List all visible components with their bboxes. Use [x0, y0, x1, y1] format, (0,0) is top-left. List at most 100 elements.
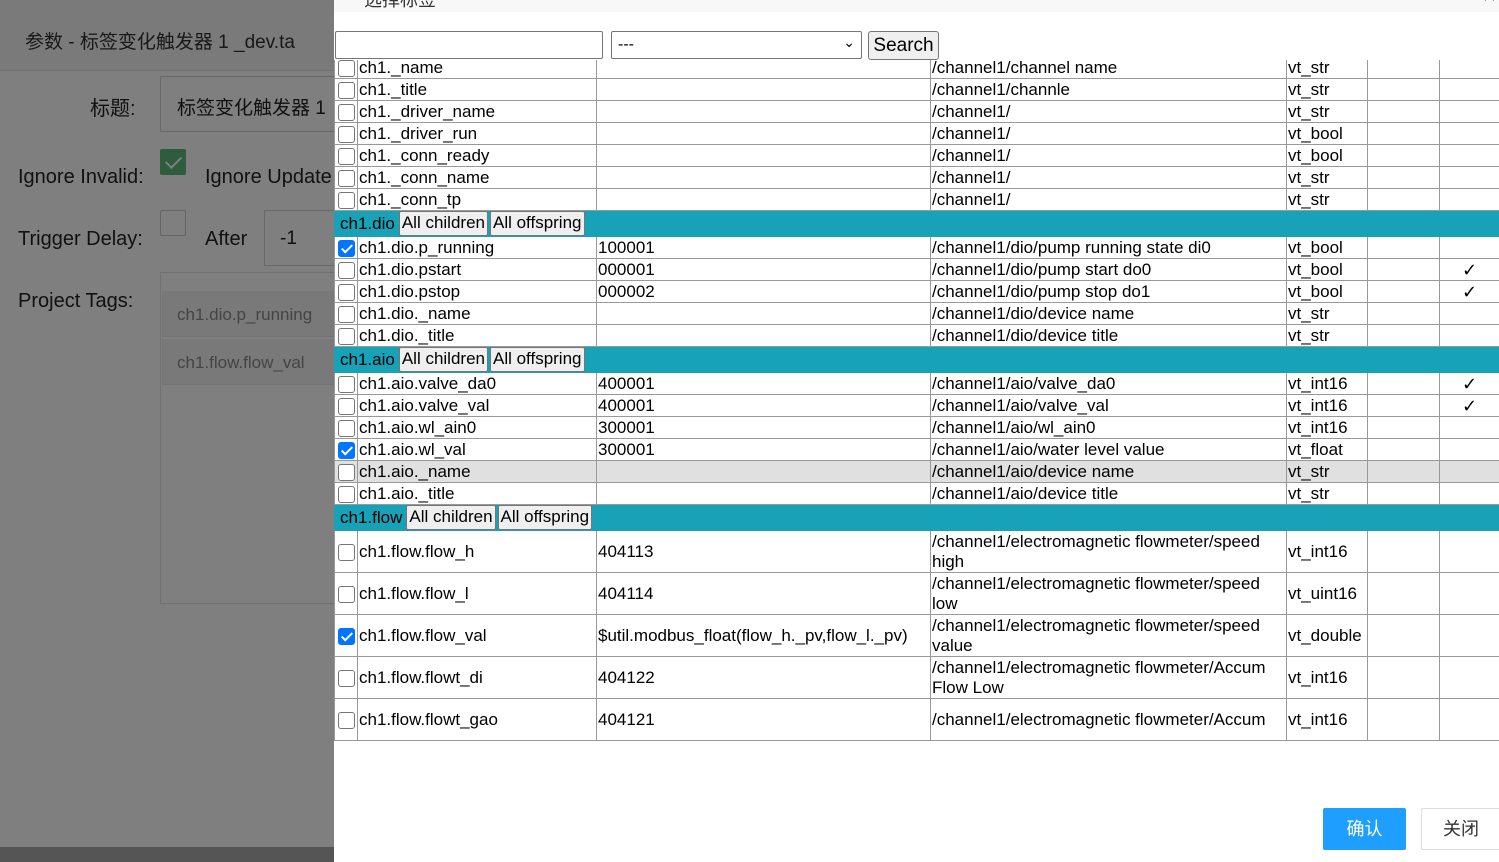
tag-checkbox[interactable]: [337, 585, 355, 603]
tag-checkbox[interactable]: [337, 81, 355, 99]
tag-address-cell: 404114: [596, 572, 931, 615]
tag-row[interactable]: ch1._name/channel1/channel name vt_str: [334, 60, 1499, 79]
tag-address-cell: [596, 302, 931, 325]
all-offspring-button[interactable]: All offspring: [489, 211, 585, 236]
tag-type-cell: vt_bool: [1286, 144, 1368, 167]
tag-row[interactable]: ch1._conn_name/channel1/vt_str: [334, 166, 1499, 189]
tag-name-cell: ch1._driver_name: [357, 100, 597, 123]
tag-row[interactable]: ch1.dio._name/channel1/dio/device name vt…: [334, 302, 1499, 325]
tag-row[interactable]: ch1.flow.flowt_gao 404121/channel1/electr…: [334, 698, 1499, 741]
tag-checkbox[interactable]: [337, 283, 355, 301]
tag-address-cell: [596, 324, 931, 347]
tag-checkbox[interactable]: [337, 441, 355, 459]
tag-writable-cell: [1439, 302, 1499, 325]
tag-extra-cell: [1367, 572, 1440, 615]
tag-checkbox[interactable]: [337, 147, 355, 165]
tag-checkbox[interactable]: [337, 627, 355, 645]
search-input[interactable]: [335, 31, 603, 59]
tag-extra-cell: [1367, 258, 1440, 281]
tags-table-body: ch1._name/channel1/channel name vt_str ch1…: [334, 60, 1499, 741]
tag-writable-cell: [1439, 614, 1499, 657]
tag-writable-cell: [1439, 416, 1499, 439]
modal-header: 选择标签 ✕: [334, 0, 1499, 12]
tag-checkbox[interactable]: [337, 327, 355, 345]
tag-name-cell: ch1.aio._title: [357, 482, 597, 505]
tag-checkbox[interactable]: [337, 103, 355, 121]
checkbox-cell: [334, 258, 358, 281]
tag-address-cell: 400001: [596, 372, 931, 395]
tag-checkbox[interactable]: [337, 60, 355, 77]
tag-address-cell: [596, 122, 931, 145]
tag-row[interactable]: ch1._driver_name/channel1/vt_str: [334, 100, 1499, 123]
tag-name-cell: ch1._driver_run: [357, 122, 597, 145]
tag-name-cell: ch1._conn_ready: [357, 144, 597, 167]
tag-checkbox[interactable]: [337, 305, 355, 323]
tag-row[interactable]: ch1.dio.pstop 000002/channel1/dio/pump st…: [334, 280, 1499, 303]
tag-extra-cell: [1367, 394, 1440, 417]
tag-desc-cell: /channel1/aio/valve_val: [930, 394, 1287, 417]
tag-checkbox[interactable]: [337, 485, 355, 503]
tag-row[interactable]: ch1.aio._title/channel1/aio/device title…: [334, 482, 1499, 505]
tag-desc-cell: /channel1/dio/pump stop do1: [930, 280, 1287, 303]
all-children-button[interactable]: All children: [398, 211, 488, 236]
close-icon[interactable]: ✕: [1482, 0, 1497, 7]
tag-name-cell: ch1.aio.valve_da0: [357, 372, 597, 395]
tag-row[interactable]: ch1.flow.flowt_di 404122/channel1/electro…: [334, 656, 1499, 699]
tag-extra-cell: [1367, 482, 1440, 505]
tag-row[interactable]: ch1.aio._name/channel1/aio/device name vt…: [334, 460, 1499, 483]
tag-address-cell: [596, 144, 931, 167]
tag-name-cell: ch1.dio.pstop: [357, 280, 597, 303]
tag-checkbox[interactable]: [337, 125, 355, 143]
tag-extra-cell: [1367, 324, 1440, 347]
tag-checkbox[interactable]: [337, 375, 355, 393]
tag-desc-cell: /channel1/aio/device name: [930, 460, 1287, 483]
tag-checkbox[interactable]: [337, 669, 355, 687]
confirm-button[interactable]: 确认: [1323, 808, 1406, 850]
tag-row[interactable]: ch1.aio.wl_ain0 300001/channel1/aio/wl_ai…: [334, 416, 1499, 439]
tag-desc-cell: /channel1/dio/pump running state di0: [930, 236, 1287, 259]
tag-name-cell: ch1.dio.pstart: [357, 258, 597, 281]
tag-extra-cell: [1367, 166, 1440, 189]
tag-desc-cell: /channel1/dio/pump start do0: [930, 258, 1287, 281]
tag-row[interactable]: ch1._title/channel1/channle vt_str: [334, 78, 1499, 101]
tag-checkbox[interactable]: [337, 711, 355, 729]
tag-extra-cell: [1367, 122, 1440, 145]
tag-checkbox[interactable]: [337, 261, 355, 279]
tag-checkbox[interactable]: [337, 191, 355, 209]
background-taskbar: [0, 847, 334, 862]
filter-select[interactable]: --- ⌄: [611, 31, 862, 59]
all-offspring-button[interactable]: All offspring: [497, 505, 593, 530]
tag-name-cell: ch1._conn_name: [357, 166, 597, 189]
tag-checkbox[interactable]: [337, 419, 355, 437]
tag-row[interactable]: ch1.flow.flow_val $util.modbus_float(flow…: [334, 614, 1499, 657]
tag-row[interactable]: ch1._driver_run/channel1/vt_bool: [334, 122, 1499, 145]
tag-row[interactable]: ch1.aio.valve_val 400001/channel1/aio/val…: [334, 394, 1499, 417]
tag-checkbox[interactable]: [337, 463, 355, 481]
tag-row[interactable]: ch1.flow.flow_l 404114/channel1/electroma…: [334, 572, 1499, 615]
tag-checkbox[interactable]: [337, 239, 355, 257]
checkbox-cell: [334, 324, 358, 347]
tag-row[interactable]: ch1.flow.flow_h 404113/channel1/electroma…: [334, 530, 1499, 573]
tag-row[interactable]: ch1.dio.pstart 000001/channel1/dio/pump s…: [334, 258, 1499, 281]
tag-row[interactable]: ch1.dio._title/channel1/dio/device title…: [334, 324, 1499, 347]
tag-row[interactable]: ch1.dio.p_running 100001/channel1/dio/pum…: [334, 236, 1499, 259]
tags-table-container[interactable]: ch1._name/channel1/channel name vt_str ch1…: [334, 60, 1499, 741]
tag-row[interactable]: ch1.aio.wl_val 300001/channel1/aio/water …: [334, 438, 1499, 461]
all-offspring-button[interactable]: All offspring: [489, 347, 585, 372]
all-children-button[interactable]: All children: [406, 505, 496, 530]
tag-row[interactable]: ch1._conn_ready/channel1/vt_bool: [334, 144, 1499, 167]
search-button[interactable]: Search: [868, 31, 939, 60]
all-children-button[interactable]: All children: [398, 347, 488, 372]
tag-type-cell: vt_int16: [1286, 416, 1368, 439]
tag-checkbox[interactable]: [337, 543, 355, 561]
tag-writable-cell: [1439, 482, 1499, 505]
cancel-button[interactable]: 关闭: [1421, 808, 1499, 850]
tag-checkbox[interactable]: [337, 169, 355, 187]
tag-row[interactable]: ch1._conn_tp/channel1/vt_str: [334, 188, 1499, 211]
tag-row[interactable]: ch1.aio.valve_da0 400001/channel1/aio/val…: [334, 372, 1499, 395]
tag-type-cell: vt_int16: [1286, 394, 1368, 417]
tag-checkbox[interactable]: [337, 397, 355, 415]
tag-extra-cell: [1367, 280, 1440, 303]
checkbox-cell: [334, 656, 358, 699]
tag-desc-cell: /channel1/: [930, 144, 1287, 167]
